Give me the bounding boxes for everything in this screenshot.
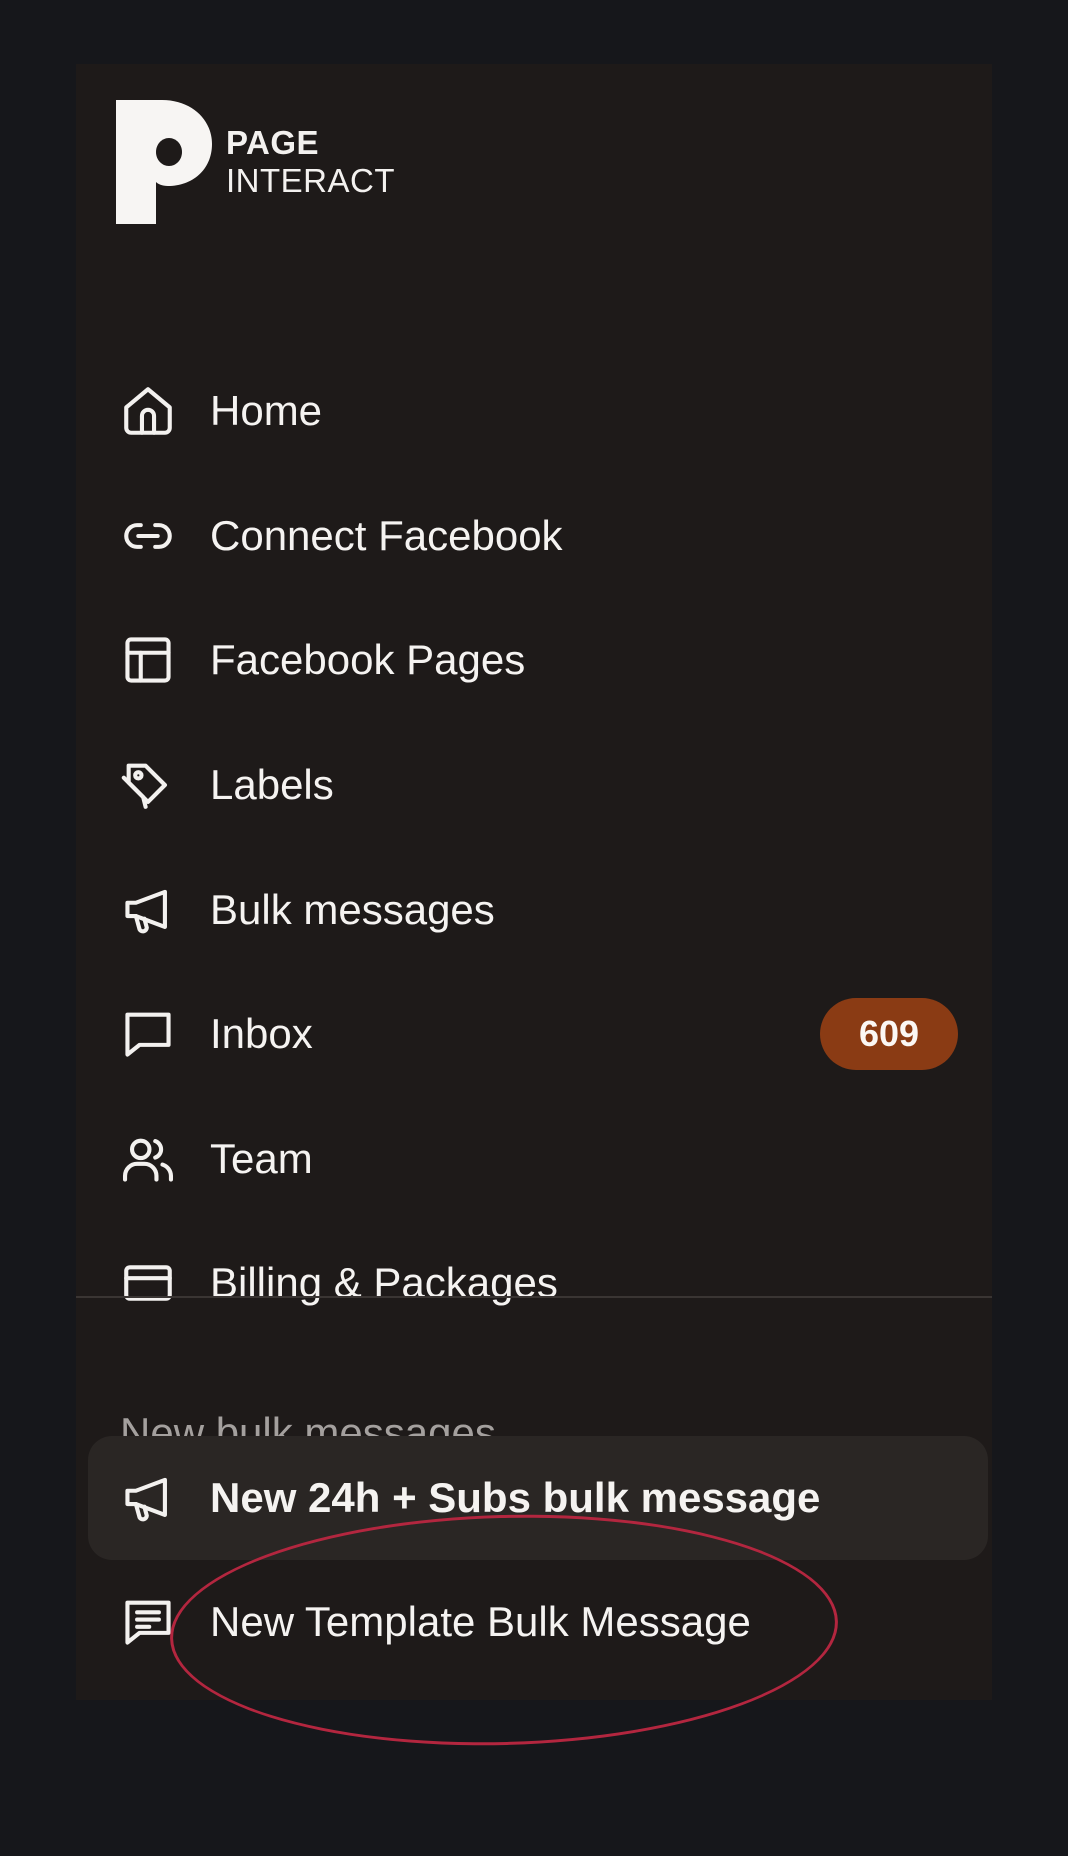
sidebar-item-label: Team [210,1134,313,1182]
brand-name-line2: INTERACT [226,162,395,199]
credit-card-icon [118,1253,178,1313]
sidebar-item-billing-packages[interactable]: Billing & Packages [76,1221,992,1346]
sidebar: PAGE INTERACT Home Connect Facebook Face… [76,64,992,1700]
message-square-icon [118,1004,178,1064]
brand-name-line1: PAGE [226,124,320,162]
home-icon [118,381,178,441]
sidebar-item-facebook-pages[interactable]: Facebook Pages [76,598,992,723]
sidebar-item-label: Facebook Pages [210,636,526,684]
sidebar-item-label: New 24h + Subs bulk message [210,1474,821,1521]
sidebar-item-labels[interactable]: Labels [76,723,992,848]
page-interact-logo-icon [116,100,212,224]
sidebar-item-label: Labels [210,761,334,809]
sidebar-item-new-template-bulk-message[interactable]: New Template Bulk Message [76,1560,992,1684]
megaphone-icon [118,1468,178,1528]
sidebar-item-label: Bulk messages [210,885,495,933]
sidebar-item-new-24h-subs-bulk-message[interactable]: New 24h + Subs bulk message [88,1436,988,1560]
section-divider [76,1296,992,1298]
sidebar-item-inbox[interactable]: Inbox 609 [76,972,992,1097]
brand-logo[interactable]: PAGE INTERACT [116,100,395,224]
new-bulk-messages-nav: New 24h + Subs bulk message New Template… [76,1436,992,1684]
sidebar-item-team[interactable]: Team [76,1097,992,1222]
sidebar-item-connect-facebook[interactable]: Connect Facebook [76,474,992,599]
sidebar-item-label: New Template Bulk Message [210,1598,751,1645]
layout-icon [118,630,178,690]
sidebar-item-label: Inbox [210,1010,313,1058]
sidebar-item-label: Home [210,387,323,435]
sidebar-item-label: Billing & Packages [210,1259,558,1307]
users-icon [118,1129,178,1189]
sidebar-item-home[interactable]: Home [76,349,992,474]
megaphone-icon [118,880,178,940]
tags-icon [118,755,178,815]
brand-name: PAGE INTERACT [226,124,395,200]
inbox-count-badge: 609 [820,998,958,1071]
main-nav: Home Connect Facebook Facebook Pages Lab… [76,349,992,1346]
link-icon [118,506,178,566]
sidebar-item-label: Connect Facebook [210,511,563,559]
message-text-icon [118,1592,178,1652]
sidebar-item-bulk-messages[interactable]: Bulk messages [76,847,992,972]
